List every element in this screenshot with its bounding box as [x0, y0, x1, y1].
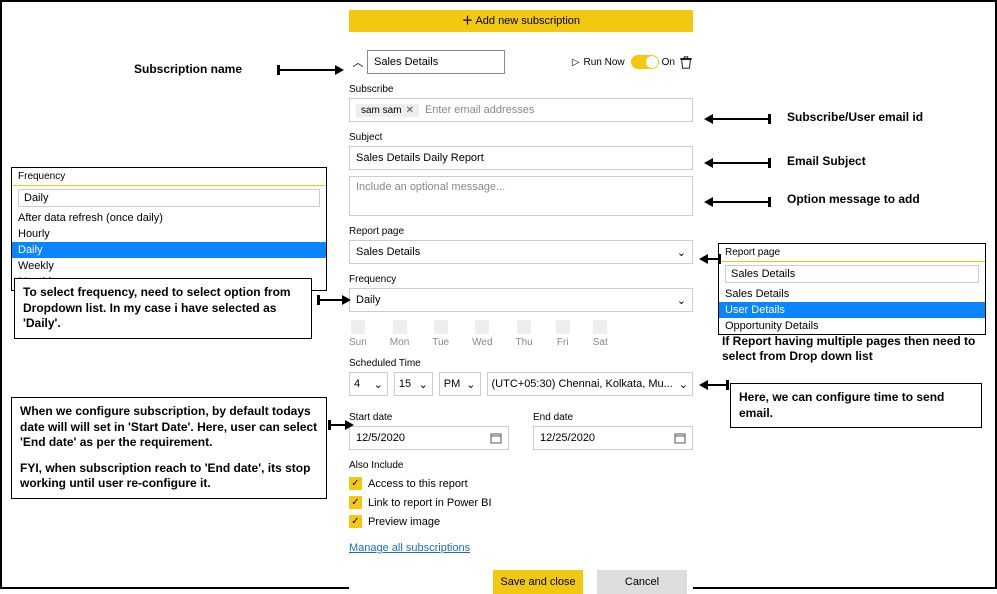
- hour-select[interactable]: 4⌄: [349, 372, 388, 396]
- arrow-left-icon: [704, 114, 771, 124]
- day-wed: Wed: [472, 337, 492, 348]
- day-checkbox-wed[interactable]: [475, 320, 489, 334]
- anno-subscription-name: Subscription name: [134, 62, 242, 77]
- message-textarea[interactable]: Include an optional message...: [349, 176, 693, 216]
- anno-subject: Email Subject: [787, 154, 866, 169]
- include-preview-label: Preview image: [368, 516, 440, 528]
- arrow-left-icon: [699, 380, 729, 390]
- weekday-row: Sun Mon Tue Wed Thu Fri Sat: [349, 320, 693, 348]
- freq-opt-daily[interactable]: Daily: [12, 242, 326, 258]
- checkbox-preview[interactable]: ✓: [349, 515, 362, 528]
- chip-remove-icon[interactable]: ✕: [406, 105, 414, 116]
- calendar-icon: [674, 432, 686, 444]
- run-now-label: Run Now: [584, 57, 625, 68]
- frequency-dropdown-popover: Frequency Daily After data refresh (once…: [11, 167, 327, 291]
- arrow-right-icon: [277, 65, 344, 75]
- checkbox-link[interactable]: ✓: [349, 496, 362, 509]
- cancel-button[interactable]: Cancel: [597, 570, 687, 594]
- on-toggle[interactable]: [631, 55, 659, 69]
- email-chip: sam sam ✕: [356, 104, 419, 117]
- subscribe-field[interactable]: sam sam ✕ Enter email addresses: [349, 98, 693, 122]
- anno-freq-box: To select frequency, need to select opti…: [14, 278, 312, 339]
- anno-email: Subscribe/User email id: [787, 110, 923, 125]
- day-checkbox-sat[interactable]: [593, 320, 607, 334]
- chevron-up-icon[interactable]: ︿: [349, 54, 367, 70]
- day-checkbox-mon[interactable]: [393, 320, 407, 334]
- anno-message: Option message to add: [787, 192, 927, 207]
- freq-pop-header: Frequency: [12, 168, 326, 185]
- day-sun: Sun: [349, 337, 367, 348]
- arrow-left-icon: [704, 158, 771, 168]
- page-opt-user[interactable]: User Details: [719, 302, 985, 318]
- start-date-input[interactable]: 12/5/2020: [349, 426, 509, 450]
- page-pop-input[interactable]: Sales Details: [725, 265, 979, 283]
- play-icon: ▷: [572, 57, 580, 68]
- start-date-label: Start date: [349, 412, 509, 423]
- save-button[interactable]: Save and close: [493, 570, 583, 594]
- day-thu: Thu: [516, 337, 533, 348]
- scheduled-time-label: Scheduled Time: [349, 358, 693, 369]
- subscribe-label: Subscribe: [349, 84, 693, 95]
- day-checkbox-sun[interactable]: [351, 320, 365, 334]
- report-page-value: Sales Details: [356, 246, 420, 258]
- chevron-down-icon: ⌄: [677, 246, 686, 259]
- arrow-right-icon: [317, 295, 351, 305]
- include-access-label: Access to this report: [368, 478, 468, 490]
- freq-opt-refresh[interactable]: After data refresh (once daily): [12, 210, 326, 226]
- include-link-label: Link to report in Power BI: [368, 497, 492, 509]
- ampm-select[interactable]: PM⌄: [439, 372, 481, 396]
- day-checkbox-fri[interactable]: [556, 320, 570, 334]
- page-opt-sales[interactable]: Sales Details: [719, 286, 985, 302]
- timezone-select[interactable]: (UTC+05:30) Chennai, Kolkata, Mu...⌄: [487, 372, 694, 396]
- report-page-dropdown-popover: Report page Sales Details Sales Details …: [718, 243, 986, 335]
- arrow-left-icon: [704, 197, 771, 207]
- freq-opt-weekly[interactable]: Weekly: [12, 258, 326, 274]
- chevron-down-icon: ⌄: [677, 294, 686, 307]
- day-fri: Fri: [557, 337, 569, 348]
- add-subscription-label: Add new subscription: [475, 15, 580, 27]
- day-checkbox-thu[interactable]: [517, 320, 531, 334]
- subscription-panel: ＋ Add new subscription ︿ ▷ Run Now On Su…: [349, 10, 693, 594]
- anno-page-text: If Report having multiple pages then nee…: [722, 334, 982, 364]
- manage-subscriptions-link[interactable]: Manage all subscriptions: [349, 542, 470, 554]
- also-include-label: Also Include: [349, 460, 693, 471]
- subscription-name-input[interactable]: [367, 50, 505, 74]
- subject-input[interactable]: [349, 146, 693, 170]
- page-pop-header: Report page: [719, 244, 985, 261]
- calendar-icon: [490, 432, 502, 444]
- freq-opt-hourly[interactable]: Hourly: [12, 226, 326, 242]
- end-date-input[interactable]: 12/25/2020: [533, 426, 693, 450]
- arrow-right-icon: [328, 420, 354, 430]
- subject-label: Subject: [349, 132, 693, 143]
- chip-text: sam sam: [361, 105, 402, 116]
- page-opt-opportunity[interactable]: Opportunity Details: [719, 318, 985, 334]
- anno-date-box: When we configure subscription, by defau…: [11, 397, 327, 499]
- email-placeholder: Enter email addresses: [419, 104, 686, 116]
- delete-icon[interactable]: [679, 55, 693, 69]
- add-subscription-button[interactable]: ＋ Add new subscription: [349, 10, 693, 32]
- day-checkbox-tue[interactable]: [434, 320, 448, 334]
- report-page-label: Report page: [349, 226, 693, 237]
- frequency-value: Daily: [356, 294, 380, 306]
- day-mon: Mon: [390, 337, 409, 348]
- day-sat: Sat: [593, 337, 608, 348]
- end-date-label: End date: [533, 412, 693, 423]
- anno-time-box: Here, we can configure time to send emai…: [730, 383, 982, 428]
- freq-pop-input[interactable]: Daily: [18, 189, 320, 207]
- report-page-select[interactable]: Sales Details ⌄: [349, 240, 693, 264]
- toggle-label: On: [662, 57, 675, 68]
- day-tue: Tue: [432, 337, 449, 348]
- run-now-button[interactable]: ▷ Run Now: [572, 57, 625, 68]
- frequency-select[interactable]: Daily ⌄: [349, 288, 693, 312]
- arrow-left-icon: [699, 254, 721, 264]
- frequency-label: Frequency: [349, 274, 693, 285]
- minute-select[interactable]: 15⌄: [394, 372, 433, 396]
- plus-icon: ＋: [462, 15, 473, 27]
- checkbox-access[interactable]: ✓: [349, 477, 362, 490]
